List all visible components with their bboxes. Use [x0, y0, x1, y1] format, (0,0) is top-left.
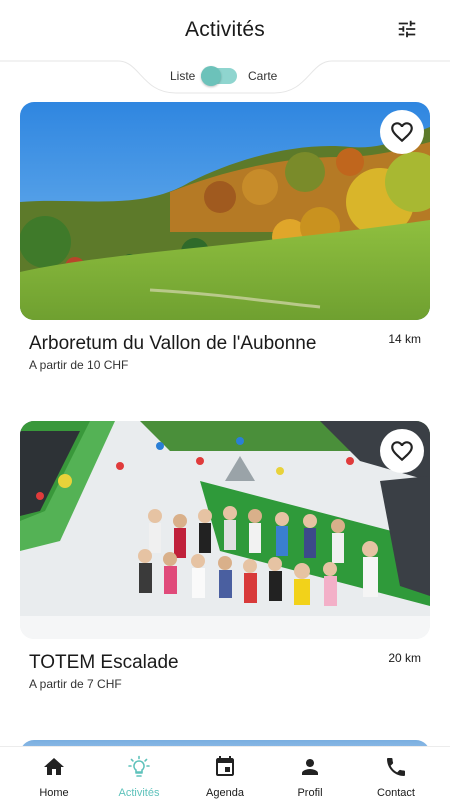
activity-name: TOTEM Escalade — [29, 652, 179, 673]
tab-agenda[interactable]: Agenda — [180, 747, 270, 800]
tab-label: Profil — [297, 787, 323, 799]
favorite-button[interactable] — [380, 110, 424, 154]
toggle-label-liste[interactable]: Liste — [170, 69, 195, 83]
tab-label: Activités — [118, 787, 160, 799]
switch-knob[interactable] — [201, 66, 221, 86]
heart-outline-icon — [391, 122, 413, 143]
heart-outline-icon — [391, 441, 413, 462]
tab-home[interactable]: Home — [9, 747, 99, 800]
calendar-icon — [216, 756, 234, 776]
lightbulb-icon — [128, 755, 150, 777]
tune-icon — [398, 20, 416, 38]
autumn-meadow-photo — [20, 102, 430, 320]
page-title: Activités — [185, 18, 265, 41]
activity-image[interactable] — [20, 102, 430, 320]
activity-distance: 14 km — [388, 332, 421, 346]
phone-icon — [387, 758, 405, 776]
app-header: Activités — [0, 0, 450, 62]
tab-label: Home — [39, 787, 69, 799]
activity-card[interactable]: TOTEM Escalade 20 km A partir de 7 CHF — [20, 421, 430, 691]
activity-card[interactable]: Arboretum du Vallon de l'Aubonne 14 km A… — [20, 102, 430, 372]
favorite-button[interactable] — [380, 429, 424, 473]
list-map-switch[interactable] — [201, 66, 237, 86]
tab-activites[interactable]: Activités — [94, 747, 184, 800]
view-toggle-bar: Liste Carte — [0, 60, 450, 96]
home-icon — [44, 758, 64, 775]
person-icon — [302, 759, 318, 775]
activity-name: Arboretum du Vallon de l'Aubonne — [29, 333, 317, 354]
filter-button[interactable] — [396, 18, 418, 40]
tab-label: Contact — [377, 787, 415, 799]
activity-distance: 20 km — [388, 651, 421, 665]
bottom-tab-bar: Home Activités Agenda Profil Contact — [0, 746, 450, 800]
activity-image[interactable] — [20, 421, 430, 639]
tab-label: Agenda — [206, 787, 244, 799]
tab-contact[interactable]: Contact — [351, 747, 441, 800]
climbing-gym-group-photo — [20, 421, 430, 639]
activity-price: A partir de 10 CHF — [29, 358, 129, 372]
toggle-label-carte[interactable]: Carte — [248, 69, 277, 83]
activity-price: A partir de 7 CHF — [29, 677, 122, 691]
tab-profil[interactable]: Profil — [265, 747, 355, 800]
